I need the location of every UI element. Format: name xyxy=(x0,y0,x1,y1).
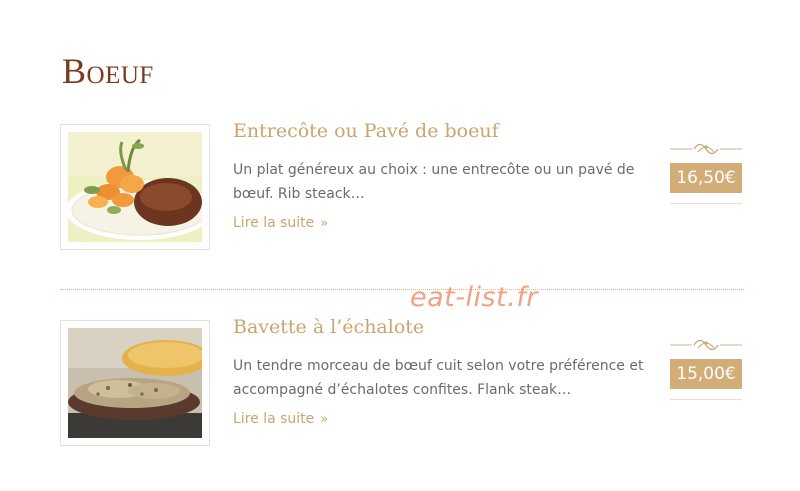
menu-item: Entrecôte ou Pavé de boeuf Un plat génér… xyxy=(60,120,750,280)
flourish-ornament-icon xyxy=(670,143,742,155)
menu-item-description: Un plat généreux au choix : une entrecôt… xyxy=(233,162,635,202)
read-more-label: Lire la suite xyxy=(233,215,315,231)
menu-item: Bavette à l’échalote Un tendre morceau d… xyxy=(60,316,750,476)
double-chevron-right-icon: » xyxy=(320,412,329,427)
steak-with-carrots-photo xyxy=(68,132,202,242)
read-more-link[interactable]: Lire la suite » xyxy=(233,411,328,427)
item-divider xyxy=(60,289,744,290)
menu-item-title[interactable]: Entrecôte ou Pavé de boeuf xyxy=(233,120,499,142)
read-more-link[interactable]: Lire la suite » xyxy=(233,215,328,231)
flourish-ornament-icon xyxy=(670,339,742,351)
page-title: Boeuf xyxy=(62,51,154,91)
price-divider xyxy=(670,399,742,400)
flank-steak-with-shallots-photo xyxy=(68,328,202,438)
double-chevron-right-icon: » xyxy=(320,216,329,231)
price-badge: 15,00€ xyxy=(670,359,742,389)
price-badge: 16,50€ xyxy=(670,163,742,193)
price-box: 16,50€ xyxy=(668,132,744,210)
menu-item-thumbnail[interactable] xyxy=(60,124,210,250)
menu-item-title[interactable]: Bavette à l’échalote xyxy=(233,316,424,338)
price-box: 15,00€ xyxy=(668,328,744,406)
menu-item-description: Un tendre morceau de bœuf cuit selon vot… xyxy=(233,358,644,398)
menu-item-thumbnail[interactable] xyxy=(60,320,210,446)
watermark: eat-list.fr xyxy=(410,282,538,313)
price-divider xyxy=(670,203,742,204)
read-more-label: Lire la suite xyxy=(233,411,315,427)
